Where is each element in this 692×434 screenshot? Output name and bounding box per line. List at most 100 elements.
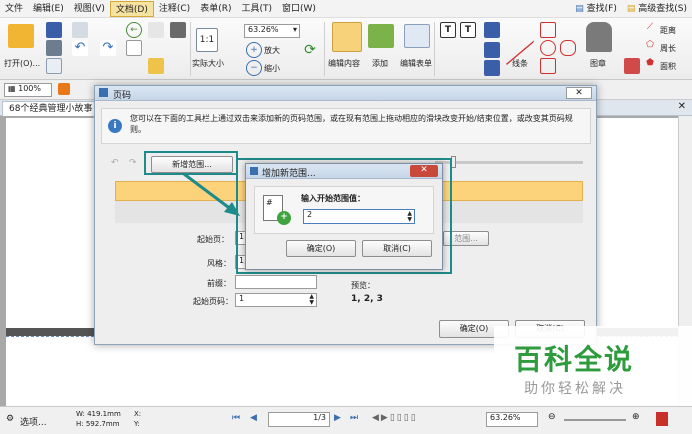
range-slider-track[interactable] <box>435 161 583 164</box>
color-icon[interactable] <box>58 83 70 95</box>
menu-document[interactable]: 文档(D) <box>109 0 154 17</box>
first-page-icon[interactable]: ⏮ <box>232 413 240 423</box>
save-icon[interactable] <box>46 22 62 38</box>
status-zoom-out-icon[interactable]: ⊖ <box>548 412 556 422</box>
zoom-combo[interactable]: ▦ 100% <box>4 83 52 97</box>
zoom-combo-value: 100% <box>18 84 41 93</box>
actual-size-icon[interactable]: 1:1 <box>196 28 218 52</box>
document-tab[interactable]: 68个经典管理小故事 * <box>2 101 107 116</box>
prefix-input[interactable] <box>235 275 317 289</box>
close-tab-icon[interactable]: ✕ <box>678 101 686 112</box>
edit-content-label[interactable]: 编辑内容 <box>328 58 360 69</box>
find-button[interactable]: ▤ 查找(F) <box>570 1 622 17</box>
shape-polygon-icon[interactable] <box>540 22 556 38</box>
area-label[interactable]: 面积 <box>660 61 676 72</box>
pen-icon[interactable] <box>484 22 500 38</box>
menu-comment[interactable]: 注释(C) <box>154 1 195 17</box>
undo-icon[interactable]: ↶ <box>72 40 88 56</box>
rotate-icon[interactable]: ⟳ <box>302 42 318 58</box>
page-input[interactable]: 1/3 <box>268 412 330 427</box>
advanced-find-button[interactable]: ▤ 高级查找(S) <box>622 1 692 17</box>
info-icon: i <box>108 119 122 133</box>
edit-form-icon[interactable] <box>404 24 430 48</box>
zoom-out-icon[interactable]: − <box>246 60 262 76</box>
subdialog-panel: # + 输入开始范围值： 2 ▲ ▼ <box>254 186 434 234</box>
start-page-label: 起始页： <box>197 235 229 244</box>
zoom-slider[interactable] <box>564 419 626 421</box>
camera-icon[interactable] <box>170 22 186 38</box>
line-label[interactable]: 线条 <box>512 58 528 69</box>
open-folder-icon[interactable] <box>8 24 34 48</box>
subdialog-ok-button[interactable]: 确定(O) <box>286 240 356 257</box>
perimeter-icon[interactable]: ⬠ <box>642 40 658 56</box>
open-label[interactable]: 打开(O)... <box>4 58 40 69</box>
document-tab-label: 68个经典管理小故事 * <box>9 104 100 114</box>
range-stepper-icon[interactable]: ▲ ▼ <box>407 211 412 223</box>
textbox-icon[interactable]: T <box>460 22 476 38</box>
shape-rect-icon[interactable] <box>540 58 556 74</box>
print-icon[interactable] <box>46 40 62 56</box>
menu-window[interactable]: 窗口(W) <box>277 1 321 17</box>
sound-icon[interactable] <box>484 60 500 76</box>
prev-page-icon[interactable]: ◀ <box>250 413 257 423</box>
options-icon[interactable]: ⚙ <box>6 414 14 424</box>
distance-label[interactable]: 距离 <box>660 25 676 36</box>
add-label[interactable]: 添加 <box>372 58 388 69</box>
pdf-icon[interactable] <box>656 412 668 426</box>
stamp-label[interactable]: 图章 <box>590 58 606 69</box>
subdialog-close-button[interactable]: ✕ <box>410 165 438 177</box>
shape-cloud-icon[interactable] <box>560 40 576 56</box>
snapshot-icon[interactable] <box>148 58 164 74</box>
advanced-find-icon: ▤ <box>626 3 639 14</box>
perimeter-label[interactable]: 周长 <box>660 43 676 54</box>
stamp-icon[interactable] <box>586 22 612 52</box>
redo-icon[interactable]: ↷ <box>100 40 116 56</box>
menu-file[interactable]: 文件 <box>0 1 28 17</box>
text-tool-icon[interactable]: T <box>440 22 456 38</box>
subdialog-title-bar: 增加新范围... ✕ <box>246 164 442 179</box>
zoom-in-label[interactable]: 放大 <box>264 45 280 56</box>
menu-bar: 文件 编辑(E) 视图(V) 文档(D) 注释(C) 表单(R) 工具(T) 窗… <box>0 0 692 18</box>
select-text-icon[interactable] <box>126 40 142 56</box>
distance-icon[interactable]: ⟋ <box>642 22 658 38</box>
start-number-stepper[interactable]: 1 ▲ ▼ <box>235 293 317 307</box>
edit-content-icon[interactable] <box>332 22 362 52</box>
area-icon[interactable]: ⬟ <box>642 58 658 74</box>
undo-range-icon[interactable]: ↶ <box>111 158 119 168</box>
hand-icon[interactable] <box>148 22 164 38</box>
menu-edit[interactable]: 编辑(E) <box>28 1 69 17</box>
eraser-icon[interactable] <box>624 58 640 74</box>
page-icon[interactable] <box>46 58 62 74</box>
status-zoom-in-icon[interactable]: ⊕ <box>632 412 640 422</box>
actual-size-label[interactable]: 实际大小 <box>192 58 224 69</box>
subdialog-cancel-button[interactable]: 取消(C) <box>362 240 432 257</box>
attach-icon[interactable] <box>484 42 500 58</box>
zoom-in-icon[interactable]: + <box>246 42 262 58</box>
last-page-icon[interactable]: ⏭ <box>350 413 358 423</box>
menu-form[interactable]: 表单(R) <box>195 1 236 17</box>
options-label[interactable]: 选项... <box>20 415 47 428</box>
back-icon[interactable]: ← <box>126 22 142 38</box>
watermark: 百科全说 助你轻松解决 <box>494 326 692 406</box>
x-readout: X: <box>134 410 142 418</box>
edit-form-label[interactable]: 编辑表单 <box>400 58 432 69</box>
width-readout: W: 419.1mm <box>76 410 121 418</box>
range-start-input[interactable]: 2 ▲ ▼ <box>303 209 415 224</box>
status-zoom-select[interactable]: 63.26% <box>486 412 538 427</box>
view-mode-icons[interactable]: ◀▶▯▯▯▯ <box>372 413 418 423</box>
zoom-out-label[interactable]: 缩小 <box>264 63 280 74</box>
mail-icon[interactable] <box>72 22 88 38</box>
stepper-arrows-icon[interactable]: ▲ ▼ <box>309 294 314 306</box>
next-page-icon[interactable]: ▶ <box>334 413 341 423</box>
dialog-close-button[interactable]: ✕ <box>566 87 592 99</box>
shape-circle-icon[interactable] <box>540 40 556 56</box>
menu-view[interactable]: 视图(V) <box>69 1 110 17</box>
redo-range-icon[interactable]: ↷ <box>129 158 137 168</box>
zoom-select[interactable]: 63.26% ▾ <box>244 24 300 38</box>
start-number-label: 起始页码： <box>193 297 233 306</box>
add-image-icon[interactable] <box>368 24 394 48</box>
menu-tools[interactable]: 工具(T) <box>236 1 277 17</box>
dialog-title: 页码 <box>113 91 132 101</box>
style-label: 风格： <box>207 259 231 268</box>
status-bar: ⚙ 选项... W: 419.1mm H: 592.7mm X: Y: ⏮ ◀ … <box>0 406 692 434</box>
